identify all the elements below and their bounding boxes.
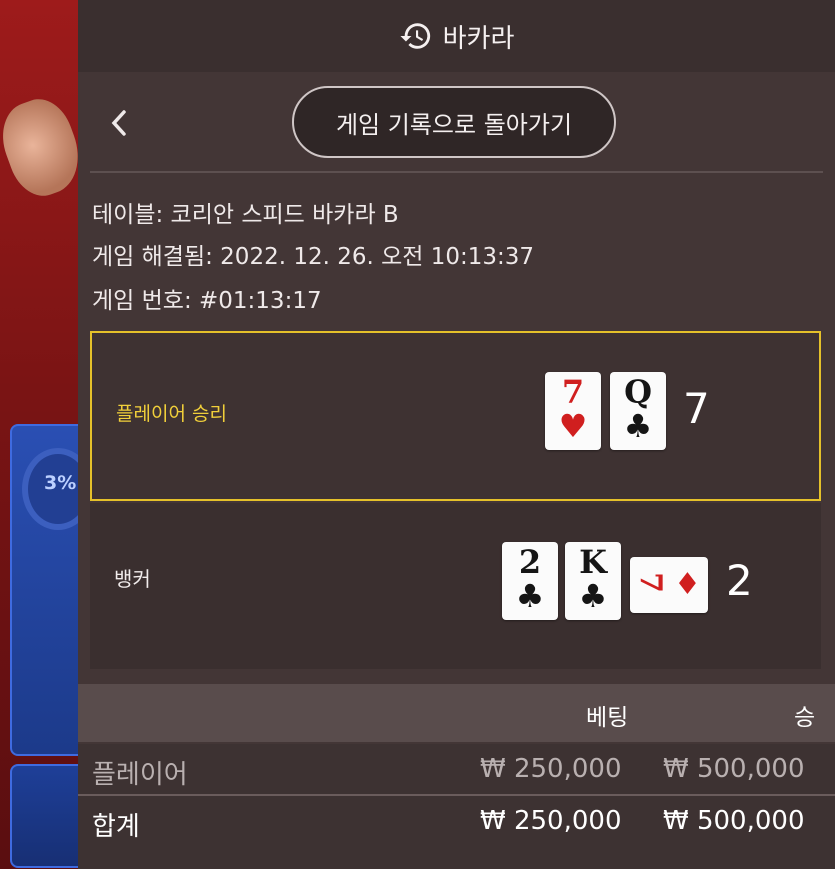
club-suit-icon: ♣: [623, 407, 653, 445]
card-rank: 2: [518, 543, 542, 581]
table-row-total: 합계 ₩ 250,000 ₩ 500,000: [78, 796, 835, 869]
panel-header: 바카라: [78, 0, 835, 72]
page-title: 바카라: [442, 23, 515, 54]
row-label: 플레이어: [92, 760, 188, 790]
banker-card-3: 7 ♦: [630, 557, 708, 613]
heart-suit-icon: ♥: [558, 407, 588, 445]
banker-score: 2: [726, 556, 753, 605]
column-header-bet: 베팅: [586, 705, 629, 731]
divider: [90, 171, 823, 173]
banker-result-label: 뱅커: [114, 567, 151, 591]
card-rank: 7: [561, 373, 585, 411]
banker-card-2: K ♣: [565, 542, 621, 620]
history-icon: [400, 23, 430, 49]
row-win-amount: ₩ 500,000: [663, 754, 805, 784]
diamond-suit-icon: ♦: [674, 567, 701, 602]
card-rank: Q: [624, 373, 652, 411]
table-name: 테이블: 코리안 스피드 바카라 B: [92, 202, 399, 228]
banker-result-row: 뱅커: [90, 503, 821, 669]
player-card-2: Q ♣: [610, 372, 666, 450]
game-history-panel: 바카라 게임 기록으로 돌아가기 테이블: 코리안 스피드 바카라 B 게임 해…: [78, 0, 835, 869]
player-score: 7: [683, 384, 710, 433]
chevron-left-icon[interactable]: [108, 108, 130, 144]
club-suit-icon: ♣: [515, 577, 545, 615]
banker-card-1: 2 ♣: [502, 542, 558, 620]
total-win-amount: ₩ 500,000: [663, 806, 805, 836]
game-number: 게임 번호: #01:13:17: [92, 288, 322, 314]
game-resolved-time: 게임 해결됨: 2022. 12. 26. 오전 10:13:37: [92, 244, 535, 270]
table-row: 플레이어 ₩ 250,000 ₩ 500,000: [78, 744, 835, 794]
card-rank: 7: [632, 572, 668, 593]
column-header-win: 승: [794, 705, 816, 731]
row-bet-amount: ₩ 250,000: [480, 754, 622, 784]
player-result-label: 플레이어 승리: [116, 403, 227, 425]
player-card-1: 7 ♥: [545, 372, 601, 450]
progress-percent: 3%: [44, 472, 77, 494]
bets-table-header: 베팅 승: [78, 684, 835, 742]
club-suit-icon: ♣: [578, 577, 608, 615]
total-label: 합계: [92, 812, 140, 842]
back-to-history-button[interactable]: 게임 기록으로 돌아가기: [292, 86, 616, 158]
player-result-row: 플레이어 승리: [90, 331, 821, 501]
card-rank: K: [579, 543, 607, 581]
total-bet-amount: ₩ 250,000: [480, 806, 622, 836]
